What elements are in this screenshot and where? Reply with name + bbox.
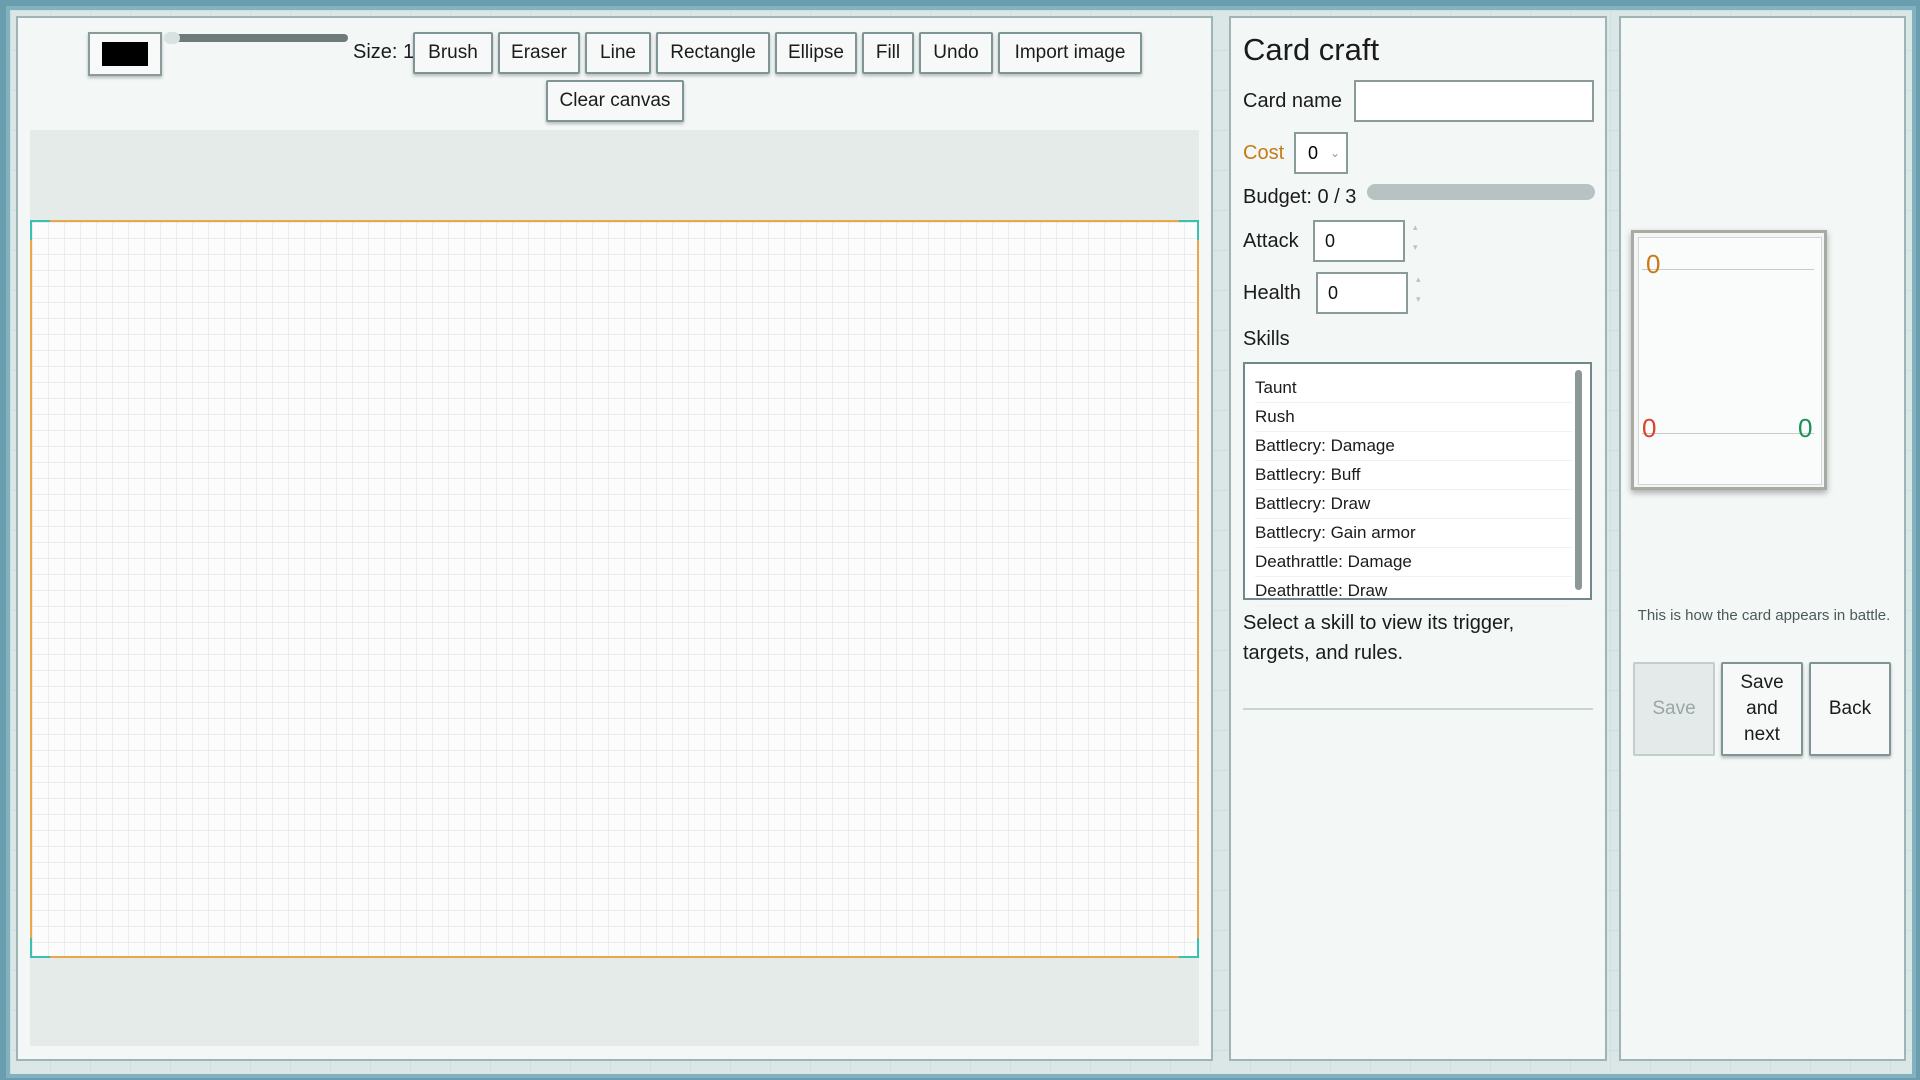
budget-bar [1367,184,1595,200]
skill-hint: Select a skill to view its trigger, targ… [1243,612,1515,664]
card-health: 0 [1798,413,1813,443]
skills-scrollbar[interactable] [1575,370,1582,590]
brush-button[interactable]: Brush [413,32,493,74]
health-stepper[interactable]: ▴ ▾ [1416,274,1421,304]
chevron-down-icon: ⌄ [1329,146,1340,160]
card-header-line [1642,269,1814,270]
size-label: Size: 1 [353,41,415,63]
skill-item-deathrattle-damage[interactable]: Deathrattle: Damage [1255,548,1573,577]
color-picker[interactable] [88,32,162,76]
preview-note: This is how the card appears in battle. [1637,607,1891,624]
line-button[interactable]: Line [585,32,651,74]
cost-select[interactable]: 0 ⌄ [1294,132,1348,174]
skills-label: Skills [1243,328,1290,350]
slider-knob[interactable] [164,32,180,44]
card-editor-panel: Card craft Card name Cost 0 ⌄ Budget: 0 … [1229,16,1607,1061]
canvas-corner-top-left [30,220,50,240]
card-stats-line [1642,433,1814,434]
save-button[interactable]: Save [1633,662,1715,756]
cost-label: Cost [1243,142,1285,164]
card-attack: 0 [1642,413,1657,443]
skill-item-battlecry-damage[interactable]: Battlecry: Damage [1255,432,1573,461]
drawing-panel: Size: 1 Brush Eraser Line Rectangle Elli… [16,16,1213,1061]
rectangle-button[interactable]: Rectangle [656,32,770,74]
card-name-label: Card name [1243,90,1342,112]
save-and-next-button[interactable]: Save and next [1721,662,1803,756]
skill-item-rush[interactable]: Rush [1255,403,1573,432]
canvas-corner-bottom-left [30,938,50,958]
card-preview-panel: 0 0 0 This is how the card appears in ba… [1619,16,1906,1061]
attack-stepper[interactable]: ▴ ▾ [1413,222,1418,252]
fill-button[interactable]: Fill [862,32,914,74]
health-input[interactable] [1316,272,1408,314]
divider [1243,708,1593,710]
card-cost: 0 [1646,249,1661,279]
card-face [1638,237,1822,485]
undo-button[interactable]: Undo [919,32,993,74]
ellipse-button[interactable]: Ellipse [775,32,857,74]
canvas-corner-top-right [1179,220,1199,240]
health-label: Health [1243,282,1301,304]
page-title: Card craft [1243,32,1380,67]
drawing-canvas[interactable] [30,220,1199,958]
skill-item-battlecry-draw[interactable]: Battlecry: Draw [1255,490,1573,519]
skill-item-deathrattle-draw[interactable]: Deathrattle: Draw [1255,577,1573,606]
canvas-corner-bottom-right [1179,938,1199,958]
eraser-button[interactable]: Eraser [498,32,580,74]
skill-item-battlecry-buff[interactable]: Battlecry: Buff [1255,461,1573,490]
card-preview: 0 0 0 [1631,230,1827,490]
skills-list[interactable]: Taunt Rush Battlecry: Damage Battlecry: … [1243,362,1592,606]
color-swatch [102,42,148,66]
clear-canvas-button[interactable]: Clear canvas [546,80,684,122]
attack-label: Attack [1243,230,1299,252]
brush-size-slider[interactable] [164,32,348,44]
budget-label: Budget: 0 / 3 [1243,186,1357,208]
cost-select-value: 0 [1308,143,1319,163]
import-image-button[interactable]: Import image [998,32,1142,74]
attack-input[interactable] [1313,220,1405,262]
card-name-input[interactable] [1354,80,1594,122]
back-button[interactable]: Back [1809,662,1891,756]
skill-item-taunt[interactable]: Taunt [1255,374,1573,403]
skill-item-battlecry-gain-armor[interactable]: Battlecry: Gain armor [1255,519,1573,548]
